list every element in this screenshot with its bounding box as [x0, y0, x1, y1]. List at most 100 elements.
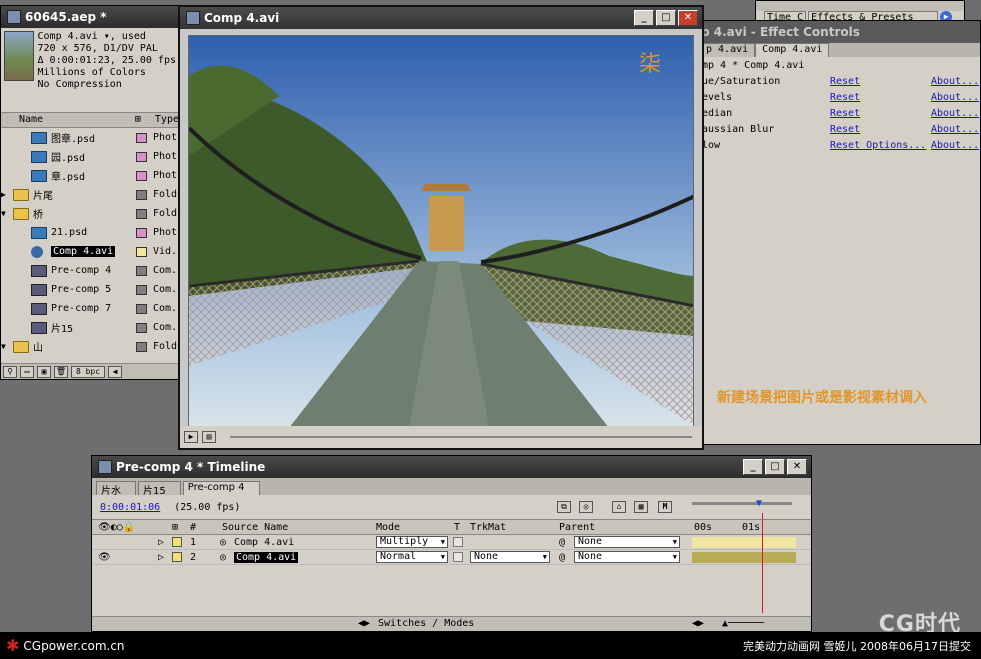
- effect-about-link[interactable]: About...: [931, 76, 979, 87]
- effect-row[interactable]: aussian Blur Reset About...: [699, 121, 980, 137]
- column-trkmat[interactable]: TrkMat: [470, 522, 506, 533]
- layer-duration-bar[interactable]: [692, 551, 796, 563]
- timeline-maximize-button[interactable]: □: [765, 459, 785, 475]
- motion-blur-icon[interactable]: M: [658, 501, 672, 513]
- label-swatch[interactable]: [136, 322, 147, 333]
- project-item[interactable]: ▼ 山 Fold: [1, 337, 179, 356]
- column-parent[interactable]: Parent: [559, 522, 595, 533]
- timeline-tab-3[interactable]: Pre-comp 4: [182, 481, 260, 495]
- project-item[interactable]: 图章.psd Phot: [1, 128, 179, 147]
- layer-source-name[interactable]: Comp 4.avi: [234, 537, 294, 548]
- project-item[interactable]: ▼ 桥 Fold: [1, 204, 179, 223]
- current-time-indicator-icon[interactable]: ▼: [756, 498, 762, 509]
- project-item[interactable]: Pre-comp 4 Com.: [1, 261, 179, 280]
- label-swatch[interactable]: [136, 303, 147, 314]
- comp-mini-flowchart-icon[interactable]: ⧉: [557, 501, 571, 513]
- play-button[interactable]: ▶: [184, 431, 198, 443]
- effect-tab-1[interactable]: p 4.avi: [699, 43, 756, 57]
- new-folder-icon[interactable]: ▭: [20, 365, 34, 378]
- effect-about-link[interactable]: About...: [931, 140, 979, 151]
- twirl-icon[interactable]: ▶: [1, 190, 6, 199]
- effect-about-link[interactable]: About...: [931, 92, 979, 103]
- interpret-footage-icon[interactable]: ⚲: [3, 365, 17, 378]
- trash-icon[interactable]: 🗑: [54, 365, 68, 378]
- effect-about-link[interactable]: About...: [931, 108, 979, 119]
- label-swatch[interactable]: [136, 284, 147, 295]
- project-item[interactable]: ▶ 片尾 Fold: [1, 185, 179, 204]
- preserve-transparency-checkbox[interactable]: [453, 537, 463, 547]
- maximize-button[interactable]: □: [656, 10, 676, 26]
- parent-dropdown[interactable]: None: [574, 536, 680, 548]
- timeline-close-button[interactable]: ✕: [787, 459, 807, 475]
- layer-duration-bar[interactable]: [692, 536, 796, 548]
- effect-about-link[interactable]: About...: [931, 124, 979, 135]
- label-swatch[interactable]: [136, 208, 147, 219]
- blend-mode-dropdown[interactable]: Multiply: [376, 536, 448, 548]
- effect-reset-link[interactable]: Reset: [830, 124, 860, 135]
- label-swatch[interactable]: [136, 246, 147, 257]
- switches-modes-toggle[interactable]: Switches / Modes: [378, 618, 474, 629]
- label-swatch[interactable]: [136, 132, 147, 143]
- layer-label-swatch[interactable]: [172, 552, 182, 562]
- new-comp-icon[interactable]: ▣: [37, 365, 51, 378]
- parent-dropdown[interactable]: None: [574, 551, 680, 563]
- label-swatch[interactable]: [136, 170, 147, 181]
- twirl-icon[interactable]: ▼: [1, 342, 6, 351]
- effect-row[interactable]: low Reset Options... About...: [699, 137, 980, 153]
- blend-mode-dropdown[interactable]: Normal: [376, 551, 448, 563]
- project-item[interactable]: 章.psd Phot: [1, 166, 179, 185]
- timeline-layer[interactable]: 👁 ▷ 2 ◎ Comp 4.avi Normal None @ None: [92, 550, 811, 565]
- toggle-icon[interactable]: ◀▶: [358, 618, 370, 629]
- close-button[interactable]: ✕: [678, 10, 698, 26]
- pick-whip-icon[interactable]: @: [559, 537, 565, 548]
- effect-row[interactable]: ue/Saturation Reset About...: [699, 73, 980, 89]
- bpc-button[interactable]: 8 bpc: [71, 365, 105, 378]
- effect-reset-link[interactable]: Reset Options...: [830, 140, 926, 151]
- viewer-menu-button[interactable]: ▤: [202, 431, 216, 443]
- project-item[interactable]: 片15 Com.: [1, 318, 179, 337]
- project-item[interactable]: 园.psd Phot: [1, 147, 179, 166]
- project-item[interactable]: Pre-comp 7 Com.: [1, 299, 179, 318]
- layer-source-name[interactable]: Comp 4.avi: [234, 551, 299, 563]
- effect-row[interactable]: edian Reset About...: [699, 105, 980, 121]
- zoom-out-icon[interactable]: ◀▶: [692, 618, 704, 629]
- minimize-button[interactable]: _: [634, 10, 654, 26]
- label-swatch[interactable]: [136, 189, 147, 200]
- live-update-icon[interactable]: ◎: [579, 501, 593, 513]
- label-swatch[interactable]: [136, 227, 147, 238]
- column-type[interactable]: Type: [151, 113, 179, 127]
- project-titlebar[interactable]: 60645.aep *: [1, 6, 179, 28]
- column-source-name[interactable]: Source Name: [222, 522, 288, 533]
- current-timecode[interactable]: 0:00:01:06: [100, 502, 160, 513]
- visibility-toggle-icon[interactable]: 👁: [98, 552, 111, 563]
- preserve-transparency-checkbox[interactable]: [453, 552, 463, 562]
- layer-twirl-icon[interactable]: ▷: [158, 552, 164, 563]
- layer-label-swatch[interactable]: [172, 537, 182, 547]
- viewer-titlebar[interactable]: Comp 4.avi _ □ ✕: [180, 7, 702, 29]
- timeline-layer[interactable]: ▷ 1 ◎ Comp 4.avi Multiply @ None: [92, 535, 811, 550]
- zoom-slider[interactable]: ▲──────: [722, 618, 764, 629]
- effect-reset-link[interactable]: Reset: [830, 92, 860, 103]
- label-swatch[interactable]: [136, 151, 147, 162]
- timeline-tab-2[interactable]: 片15: [138, 481, 181, 497]
- column-mode[interactable]: Mode: [376, 522, 400, 533]
- project-item[interactable]: Pre-comp 5 Com.: [1, 280, 179, 299]
- frame-blending-icon[interactable]: ▦: [634, 501, 648, 513]
- effect-tab-2[interactable]: Comp 4.avi: [755, 43, 830, 57]
- label-swatch[interactable]: [136, 265, 147, 276]
- effect-reset-link[interactable]: Reset: [830, 108, 860, 119]
- layer-twirl-icon[interactable]: ▷: [158, 537, 164, 548]
- draft-3d-icon[interactable]: ⌂: [612, 501, 626, 513]
- project-item[interactable]: Comp 4.avi Vid.: [1, 242, 179, 261]
- scroll-left-icon[interactable]: ◀: [108, 365, 122, 378]
- pick-whip-icon[interactable]: @: [559, 552, 565, 563]
- viewer-time-slider[interactable]: [230, 436, 692, 438]
- effect-reset-link[interactable]: Reset: [830, 76, 860, 87]
- column-name[interactable]: Name: [15, 113, 131, 127]
- timeline-minimize-button[interactable]: _: [743, 459, 763, 475]
- effect-row[interactable]: evels Reset About...: [699, 89, 980, 105]
- timeline-titlebar[interactable]: Pre-comp 4 * Timeline _ □ ✕: [92, 456, 811, 478]
- work-area-slider[interactable]: [692, 502, 792, 505]
- project-item[interactable]: 21.psd Phot: [1, 223, 179, 242]
- twirl-icon[interactable]: ▼: [1, 209, 6, 218]
